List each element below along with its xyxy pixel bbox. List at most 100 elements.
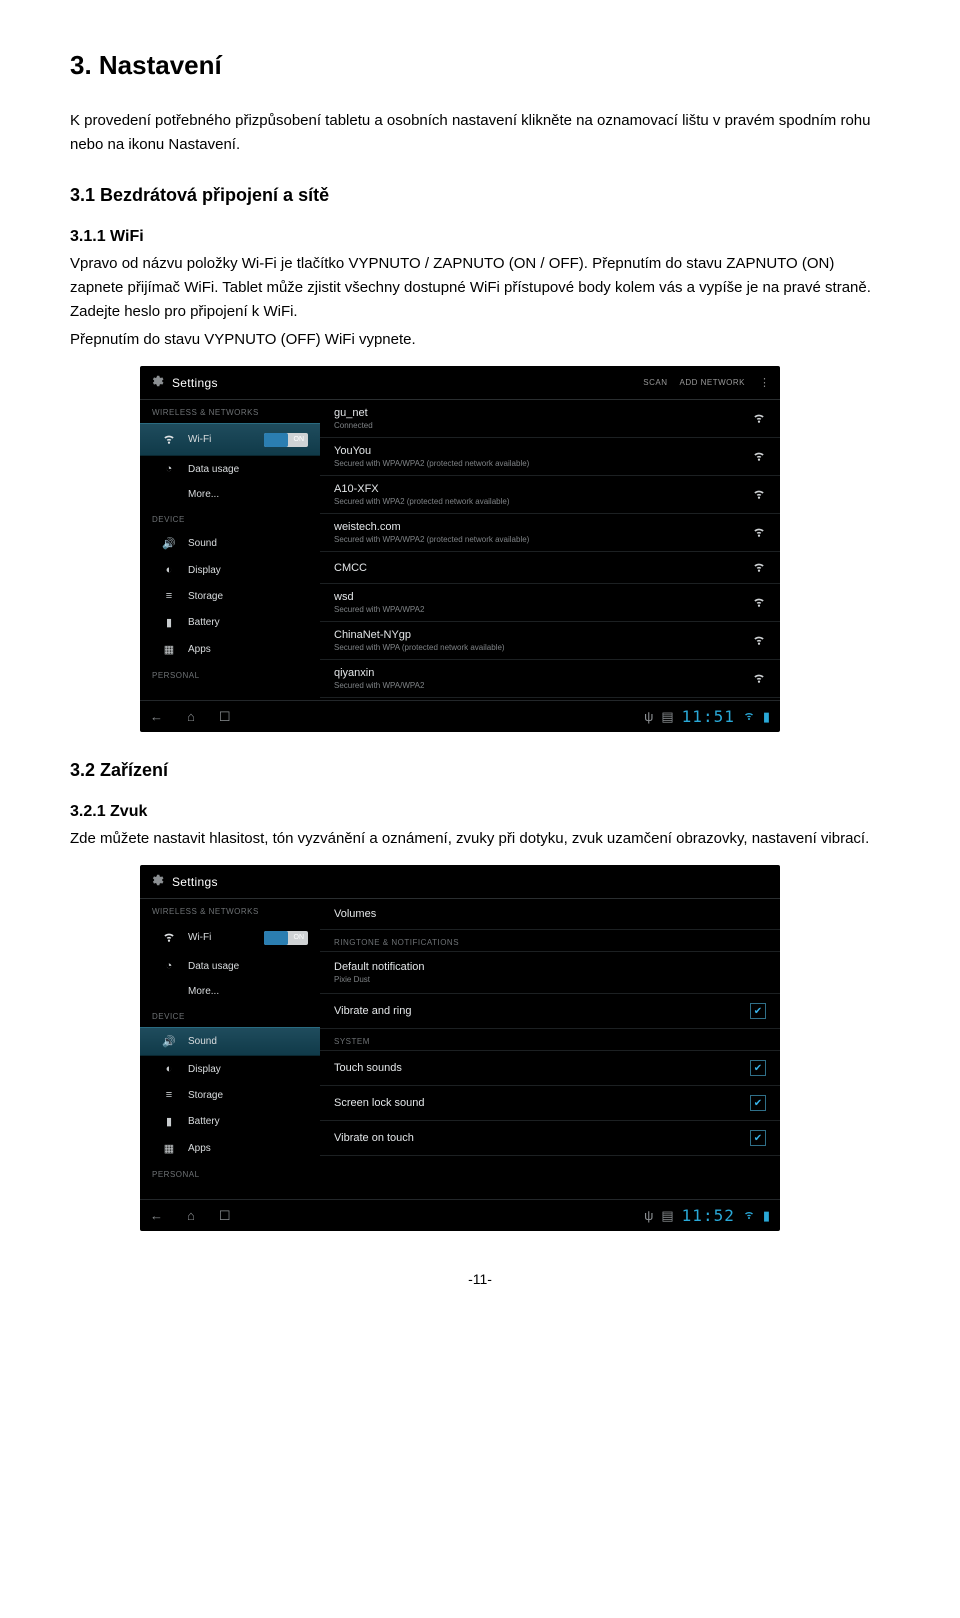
sidebar-item-battery[interactable]: ▮ Battery xyxy=(140,609,320,636)
sidebar-item-apps[interactable]: ▦ Apps xyxy=(140,1135,320,1162)
sidebar-label: Storage xyxy=(188,1090,308,1101)
sidebar-label: Apps xyxy=(188,644,308,655)
sidebar-item-sound[interactable]: 🔊 Sound xyxy=(140,1027,320,1056)
sidebar-item-display[interactable]: ◐ Display xyxy=(140,557,320,583)
section-device: DEVICE xyxy=(140,1004,320,1027)
sidebar-item-more[interactable]: More... xyxy=(140,482,320,507)
network-row[interactable]: weistech.com Secured with WPA/WPA2 (prote… xyxy=(320,514,780,552)
heading-1: 3. Nastavení xyxy=(70,50,890,81)
display-icon: ◐ xyxy=(160,564,178,576)
network-name: wsd xyxy=(334,591,752,603)
wifi-paragraph-2: Přepnutím do stavu VYPNUTO (OFF) WiFi vy… xyxy=(70,328,890,352)
setting-screen-lock-sound[interactable]: Screen lock sound ✔ xyxy=(320,1086,780,1121)
section-system: SYSTEM xyxy=(320,1029,780,1051)
settings-gear-icon xyxy=(150,873,164,890)
section-personal: PERSONAL xyxy=(140,663,320,686)
wifi-signal-icon xyxy=(752,524,766,541)
scan-button[interactable]: SCAN xyxy=(643,378,667,387)
wifi-paragraph-1: Vpravo od názvu položky Wi-Fi je tlačítk… xyxy=(70,252,890,324)
wifi-toggle[interactable]: ON xyxy=(264,433,308,447)
sidebar-label: Data usage xyxy=(188,961,308,972)
network-subtext: Secured with WPA/WPA2 xyxy=(334,681,752,690)
network-subtext: Secured with WPA (protected network avai… xyxy=(334,643,752,652)
nav-home-icon[interactable]: ⌂ xyxy=(187,1208,195,1224)
network-row[interactable]: A10-XFXSecured with WPA2 (protected netw… xyxy=(320,476,780,514)
sidebar-item-storage[interactable]: ≡ Storage xyxy=(140,1082,320,1108)
wifi-icon xyxy=(160,431,178,448)
network-row[interactable]: gu_net Connected xyxy=(320,400,780,438)
section-personal: PERSONAL xyxy=(140,1162,320,1185)
sidebar-label: Display xyxy=(188,1064,308,1075)
page-number: -11- xyxy=(70,1271,890,1287)
sidebar-item-data-usage[interactable]: ◔ Data usage xyxy=(140,456,320,482)
network-name: weistech.com xyxy=(334,521,752,533)
sidebar-label: Wi-Fi xyxy=(188,932,264,943)
sidebar-label: Sound xyxy=(188,538,308,549)
nav-recent-icon[interactable]: ☐ xyxy=(219,1208,231,1224)
sidebar-item-data-usage[interactable]: ◔ Data usage xyxy=(140,953,320,979)
overflow-menu-icon[interactable]: ⋮ xyxy=(759,376,770,389)
section-wireless: WIRELESS & NETWORKS xyxy=(140,400,320,423)
network-row[interactable]: ChinaNet-NYgpSecured with WPA (protected… xyxy=(320,622,780,660)
status-clock: 11:51 xyxy=(682,707,735,726)
checkbox-checked-icon[interactable]: ✔ xyxy=(750,1003,766,1019)
sidebar-item-wifi[interactable]: Wi-Fi ON xyxy=(140,423,320,456)
sidebar-label: Wi-Fi xyxy=(188,434,264,445)
checkbox-checked-icon[interactable]: ✔ xyxy=(750,1130,766,1146)
status-battery-icon: ▮ xyxy=(763,1208,770,1224)
nav-back-icon[interactable]: ← xyxy=(150,709,163,725)
apps-icon: ▦ xyxy=(160,643,178,656)
setting-volumes[interactable]: Volumes xyxy=(320,899,780,930)
sidebar-label: Apps xyxy=(188,1143,308,1154)
header-title: Settings xyxy=(172,875,770,889)
wifi-signal-icon xyxy=(752,670,766,687)
checkbox-checked-icon[interactable]: ✔ xyxy=(750,1060,766,1076)
network-row[interactable]: YouYouSecured with WPA/WPA2 (protected n… xyxy=(320,438,780,476)
nav-back-icon[interactable]: ← xyxy=(150,1208,163,1224)
setting-vibrate-and-ring[interactable]: Vibrate and ring ✔ xyxy=(320,994,780,1029)
network-row[interactable]: qiyanxin Secured with WPA/WPA2 xyxy=(320,660,780,698)
wifi-toggle[interactable]: ON xyxy=(264,931,308,945)
sidebar-item-display[interactable]: ◐ Display xyxy=(140,1056,320,1082)
section-device: DEVICE xyxy=(140,507,320,530)
setting-vibrate-on-touch[interactable]: Vibrate on touch ✔ xyxy=(320,1121,780,1156)
sidebar-item-wifi[interactable]: Wi-Fi ON xyxy=(140,922,320,953)
sidebar-item-sound[interactable]: 🔊 Sound xyxy=(140,530,320,557)
display-icon: ◐ xyxy=(160,1063,178,1075)
wifi-signal-icon xyxy=(752,632,766,649)
sidebar-item-battery[interactable]: ▮ Battery xyxy=(140,1108,320,1135)
network-subtext: Secured with WPA/WPA2 (protected network… xyxy=(334,535,752,544)
wifi-icon xyxy=(160,929,178,946)
network-name: qiyanxin xyxy=(334,667,752,679)
sidebar-label: More... xyxy=(188,489,308,500)
nav-home-icon[interactable]: ⌂ xyxy=(187,709,195,725)
network-subtext: Connected xyxy=(334,421,752,430)
setting-default-notification[interactable]: Default notification Pixie Dust xyxy=(320,952,780,994)
screenshot-wifi-settings: Settings SCAN ADD NETWORK ⋮ WIRELESS & N… xyxy=(140,366,780,732)
battery-icon: ▮ xyxy=(160,1115,178,1128)
wifi-signal-icon xyxy=(752,559,766,576)
add-network-button[interactable]: ADD NETWORK xyxy=(680,378,746,387)
sidebar-item-storage[interactable]: ≡ Storage xyxy=(140,583,320,609)
sidebar-item-apps[interactable]: ▦ Apps xyxy=(140,636,320,663)
network-row[interactable]: CMCC xyxy=(320,552,780,584)
setting-touch-sounds[interactable]: Touch sounds ✔ xyxy=(320,1051,780,1086)
network-name: A10-XFX xyxy=(334,483,752,495)
network-row[interactable]: wsdSecured with WPA/WPA2 xyxy=(320,584,780,622)
status-battery-icon: ▮ xyxy=(763,709,770,725)
nav-recent-icon[interactable]: ☐ xyxy=(219,709,231,725)
checkbox-checked-icon[interactable]: ✔ xyxy=(750,1095,766,1111)
network-name: YouYou xyxy=(334,445,752,457)
usb-icon: ψ xyxy=(644,709,653,724)
sd-icon: ▤ xyxy=(661,709,673,725)
sidebar-label: Display xyxy=(188,565,308,576)
apps-icon: ▦ xyxy=(160,1142,178,1155)
sidebar-label: Data usage xyxy=(188,464,308,475)
network-name: gu_net xyxy=(334,407,752,419)
sd-icon: ▤ xyxy=(661,1208,673,1224)
heading-3-2-1: 3.2.1 Zvuk xyxy=(70,803,890,821)
heading-3-1-1: 3.1.1 WiFi xyxy=(70,228,890,246)
sound-icon: 🔊 xyxy=(160,1035,178,1048)
section-ringtone: RINGTONE & NOTIFICATIONS xyxy=(320,930,780,952)
sidebar-item-more[interactable]: More... xyxy=(140,979,320,1004)
